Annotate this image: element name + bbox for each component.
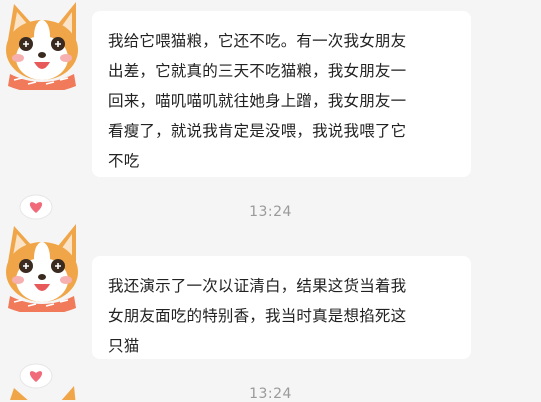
message-line: 我还演示了一次以证清白，结果这货当着我 (108, 277, 407, 295)
message-line: 看瘦了，就说我肯定是没喂，我说我喂了它 (108, 122, 407, 140)
message-line: 只猫 (108, 337, 140, 355)
shiba-dog-avatar-icon[interactable] (0, 222, 80, 312)
message-bubble[interactable]: 我给它喂猫粮，它还不吃。有一次我女朋友 出差，它就真的三天不吃猫粮，我女朋友一 … (92, 11, 471, 177)
message-line: 不吃 (108, 152, 140, 170)
message-line: 回来，喵叽喵叽就往她身上蹭，我女朋友一 (108, 92, 407, 110)
message-line: 女朋友面吃的特别香，我当时真是想掐死这 (108, 307, 407, 325)
shiba-dog-avatar-icon[interactable] (0, 0, 80, 90)
timestamp: 13:24 (249, 204, 292, 220)
message-line: 我给它喂猫粮，它还不吃。有一次我女朋友 (108, 32, 407, 50)
message-line: 出差，它就真的三天不吃猫粮，我女朋友一 (108, 62, 407, 80)
message-bubble[interactable]: 我还演示了一次以证清白，结果这货当着我 女朋友面吃的特别香，我当时真是想掐死这 … (92, 256, 471, 359)
shiba-dog-avatar-icon[interactable] (0, 384, 80, 400)
chat-area: 我给它喂猫粮，它还不吃。有一次我女朋友 出差，它就真的三天不吃猫粮，我女朋友一 … (0, 0, 541, 402)
